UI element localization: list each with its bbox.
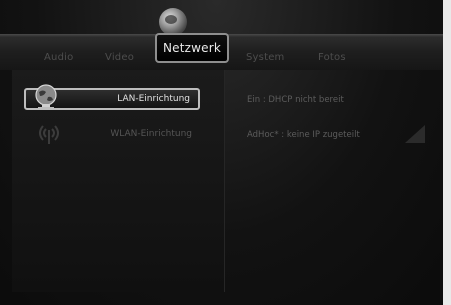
tab-netzwerk[interactable]: Netzwerk <box>155 33 229 63</box>
lan-globe-icon <box>35 84 57 109</box>
tab-video[interactable]: Video <box>105 52 134 63</box>
scroll-corner-icon <box>405 125 425 143</box>
wlan-setup-label: WLAN-Einrichtung <box>110 129 192 139</box>
wlan-antenna-icon <box>39 125 59 144</box>
tab-audio[interactable]: Audio <box>44 52 73 63</box>
lan-setup-label: LAN-Einrichtung <box>117 94 190 104</box>
tab-fotos[interactable]: Fotos <box>318 52 346 63</box>
tab-system[interactable]: System <box>246 52 285 63</box>
network-globe-icon <box>159 8 187 36</box>
lan-status-text: Ein : DHCP nicht bereit <box>247 95 344 105</box>
wlan-status-text: AdHoc* : keine IP zugeteilt <box>247 130 360 140</box>
